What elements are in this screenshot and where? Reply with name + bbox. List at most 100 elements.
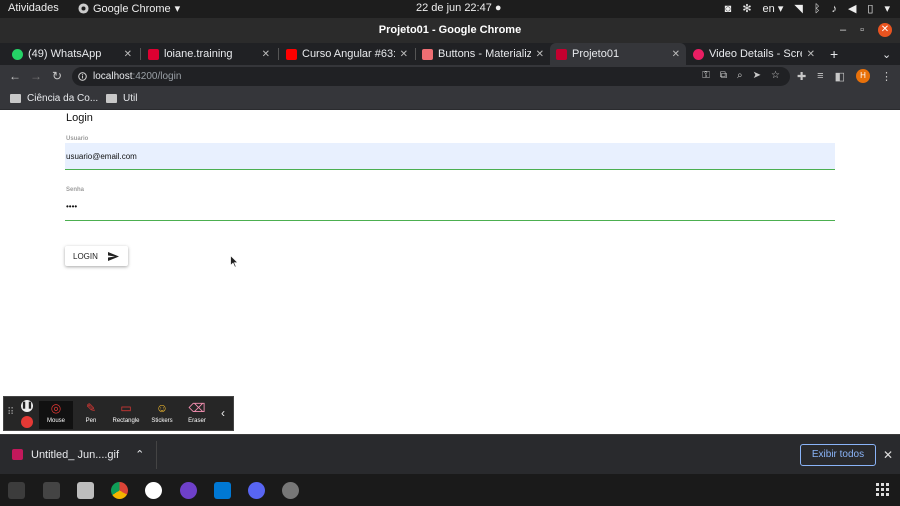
slack-icon[interactable]: [145, 482, 162, 499]
youtube-icon: [286, 48, 297, 60]
tool-label: Pen: [85, 418, 97, 424]
rectangle-icon: ▭: [120, 401, 132, 415]
tool-label: Stickers: [151, 418, 173, 424]
discord-tray-icon[interactable]: ◙: [725, 3, 732, 15]
bookmarks-bar: Ciência da Co... Util: [0, 88, 900, 110]
chevron-up-icon[interactable]: ⌃: [135, 448, 144, 461]
tool-pen[interactable]: ✎ Pen: [74, 401, 108, 429]
wifi-icon: ◥: [794, 3, 803, 15]
discord-icon[interactable]: [248, 482, 265, 499]
system-tray[interactable]: ◙ ✻ en ▾ ◥ ᛒ ♪ ◀ ▯ ▾: [725, 2, 890, 16]
clock-text: 22 de jun 22:47: [416, 2, 492, 14]
eraser-icon: ⌫: [188, 401, 206, 415]
obs-icon[interactable]: [282, 482, 299, 499]
language-text: en: [762, 3, 775, 15]
bookmark-folder-ciencia[interactable]: Ciência da Co...: [10, 93, 98, 104]
close-shelf-icon[interactable]: ✕: [883, 448, 893, 462]
key-icon[interactable]: ⚿: [702, 70, 710, 81]
tool-mouse[interactable]: ◎ Mouse: [39, 401, 73, 429]
mouse-cursor-icon: [230, 255, 239, 268]
mouse-tool-icon: ◎: [50, 401, 62, 415]
clock[interactable]: 22 de jun 22:47 ●: [416, 2, 502, 14]
restore-icon[interactable]: ▫: [860, 23, 864, 37]
close-tab-icon[interactable]: ✕: [124, 49, 132, 60]
profile-avatar[interactable]: H: [856, 69, 870, 83]
minimize-icon[interactable]: –: [840, 23, 846, 37]
app-menu[interactable]: Google Chrome ▾: [78, 2, 180, 15]
tab-whatsapp[interactable]: (49) WhatsApp ✕: [6, 43, 138, 65]
tool-stickers[interactable]: ☺ Stickers: [145, 401, 179, 429]
translate-icon[interactable]: ⧉: [720, 70, 727, 81]
sticker-smiley-icon: ☺: [155, 401, 169, 415]
files-icon[interactable]: [77, 482, 94, 499]
close-tab-icon[interactable]: ✕: [807, 49, 815, 60]
plus-icon: +: [830, 46, 839, 62]
close-tab-icon[interactable]: ✕: [672, 49, 680, 60]
window-title-bar[interactable]: Projeto01 - Google Chrome – ▫ ✕: [0, 18, 900, 43]
angular-icon: [148, 48, 159, 60]
close-tab-icon[interactable]: ✕: [262, 49, 270, 60]
reading-list-icon[interactable]: ≡: [817, 70, 823, 82]
tab-youtube[interactable]: Curso Angular #63: F ✕: [280, 43, 414, 65]
tab-strip: (49) WhatsApp ✕ loiane.training ✕ Curso …: [0, 43, 900, 65]
password-label: Senha: [66, 187, 85, 193]
github-desktop-icon[interactable]: [180, 482, 197, 499]
system-monitor-icon[interactable]: [43, 482, 60, 499]
close-window-icon[interactable]: ✕: [878, 23, 892, 37]
password-field[interactable]: ••••: [65, 194, 835, 221]
new-tab-button[interactable]: +: [824, 43, 846, 65]
folder-icon: [10, 94, 21, 103]
bookmark-folder-util[interactable]: Util: [106, 93, 137, 104]
show-applications-icon[interactable]: [876, 483, 890, 497]
chevron-down-icon: ▾: [174, 3, 181, 15]
show-all-downloads-button[interactable]: Exibir todos: [800, 444, 876, 466]
reload-button[interactable]: ↻: [50, 69, 64, 83]
system-top-bar: Atividades Google Chrome ▾ 22 de jun 22:…: [0, 0, 900, 18]
back-button[interactable]: ←: [8, 69, 22, 83]
zoom-icon[interactable]: ⌕: [737, 70, 743, 81]
side-panel-icon[interactable]: ◧: [835, 70, 845, 83]
taskbar-dock: [0, 474, 900, 506]
power-menu-icon[interactable]: ▾: [884, 2, 890, 15]
tab-projeto01[interactable]: Projeto01 ✕: [550, 43, 686, 65]
tab-separator: [140, 48, 141, 60]
tab-materialize[interactable]: Buttons - Materialize ✕: [416, 43, 550, 65]
extensions-icon[interactable]: ✚: [797, 70, 806, 83]
divider: [156, 441, 157, 469]
bluetooth-icon: ᛒ: [813, 2, 821, 15]
language-indicator[interactable]: en ▾: [763, 2, 784, 15]
pause-icon[interactable]: ❚❚: [21, 400, 33, 412]
settings-tray-icon[interactable]: ✻: [742, 2, 751, 15]
drag-handle-icon[interactable]: ⠿: [7, 407, 14, 418]
address-bar[interactable]: localhost:4200/login ⚿ ⧉ ⌕ ➤ ☆: [72, 67, 790, 86]
bookmark-label: Ciência da Co...: [27, 93, 99, 104]
tool-eraser[interactable]: ⌫ Eraser: [180, 401, 214, 429]
download-item[interactable]: Untitled_ Jun....gif ⌃: [12, 448, 144, 461]
app-name: Google Chrome: [93, 2, 171, 15]
email-field[interactable]: usuario@email.com: [65, 143, 835, 170]
bookmark-star-icon[interactable]: ☆: [771, 70, 780, 81]
materialize-icon: [422, 48, 433, 60]
login-button[interactable]: LOGIN: [65, 246, 128, 266]
chrome-dock-icon[interactable]: [111, 482, 128, 499]
kebab-menu-icon[interactable]: ⋮: [881, 70, 892, 83]
gif-file-icon: [12, 449, 23, 460]
close-tab-icon[interactable]: ✕: [400, 49, 408, 60]
vscode-icon[interactable]: [214, 482, 231, 499]
download-filename: Untitled_ Jun....gif: [31, 448, 120, 461]
forward-button[interactable]: →: [29, 69, 43, 83]
activities-button[interactable]: Atividades: [8, 2, 59, 14]
close-tab-icon[interactable]: ✕: [536, 49, 544, 60]
tab-loiane[interactable]: loiane.training ✕: [142, 43, 276, 65]
send-icon[interactable]: ➤: [753, 70, 761, 81]
stop-record-icon[interactable]: [21, 416, 33, 428]
browser-toolbar: ← → ↻ localhost:4200/login ⚿ ⧉ ⌕ ➤ ☆ ✚ ≡…: [0, 65, 900, 88]
tool-label: Eraser: [188, 418, 206, 424]
terminal-icon[interactable]: [8, 482, 25, 499]
battery-icon: ▯: [867, 3, 874, 15]
collapse-chevron-icon[interactable]: ‹: [221, 406, 225, 420]
tab-video-details[interactable]: Video Details - Scree ✕: [687, 43, 821, 65]
info-icon[interactable]: [78, 72, 87, 81]
tool-rectangle[interactable]: ▭ Rectangle: [109, 401, 143, 429]
tab-search-button[interactable]: ⌄: [876, 43, 896, 65]
